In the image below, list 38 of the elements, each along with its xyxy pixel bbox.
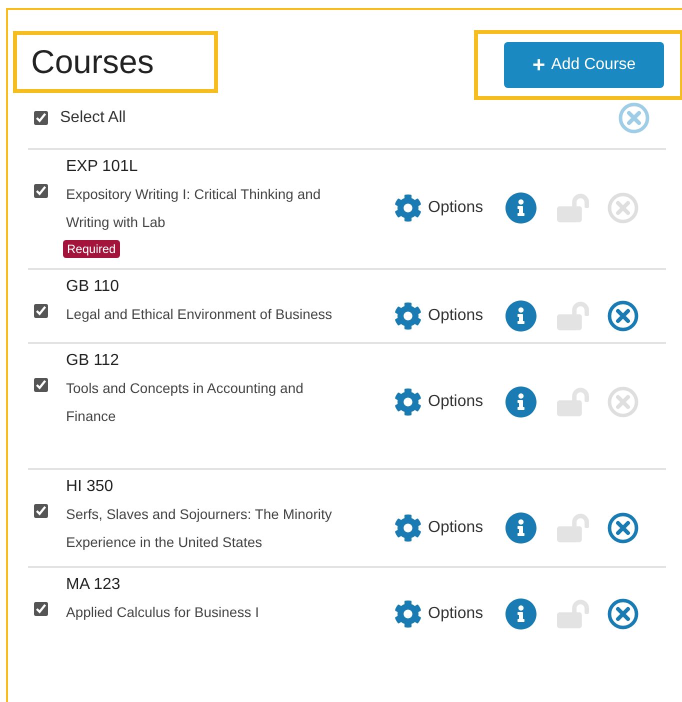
gear-icon	[394, 302, 422, 330]
course-code: MA 123	[66, 576, 122, 595]
options-button[interactable]: Options	[394, 302, 484, 330]
course-checkbox[interactable]	[34, 378, 48, 392]
course-checkbox[interactable]	[34, 304, 48, 318]
course-title: Expository Writing I: Critical Thinking and Writing with Lab	[66, 185, 322, 232]
select-all-label: Select All	[60, 109, 127, 127]
gear-icon	[394, 514, 422, 542]
course-title: Applied Calculus for Business I	[66, 603, 260, 622]
options-button[interactable]: Options	[394, 514, 484, 542]
gear-icon	[394, 388, 422, 416]
gear-icon	[394, 600, 422, 628]
course-title: Serfs, Slaves and Sojourners: The Minority Experience in the United States	[66, 505, 333, 552]
required-badge: Required	[63, 240, 120, 258]
page-title: Courses	[31, 43, 154, 81]
course-code: GB 112	[66, 352, 120, 371]
remove-button[interactable]	[607, 512, 640, 544]
remove-button[interactable]	[607, 300, 640, 332]
select-all-checkbox[interactable]	[34, 111, 48, 125]
info-button[interactable]	[505, 512, 538, 544]
remove-button[interactable]	[607, 598, 640, 630]
options-button[interactable]: Options	[394, 194, 484, 222]
info-button[interactable]	[505, 192, 538, 224]
add-course-button[interactable]: + Add Course	[504, 42, 664, 88]
course-checkbox[interactable]	[34, 504, 48, 518]
course-checkbox[interactable]	[34, 602, 48, 616]
course-checkbox[interactable]	[34, 184, 48, 198]
course-code: HI 350	[66, 478, 114, 497]
info-button[interactable]	[505, 598, 538, 630]
gear-icon	[394, 194, 422, 222]
course-title: Tools and Concepts in Accounting and Finance	[66, 379, 304, 426]
course-code: GB 110	[66, 278, 120, 297]
options-button[interactable]: Options	[394, 600, 484, 628]
options-button[interactable]: Options	[394, 388, 484, 416]
info-button[interactable]	[505, 300, 538, 332]
info-button[interactable]	[505, 386, 538, 418]
course-code: EXP 101L	[66, 158, 139, 177]
course-title: Legal and Ethical Environment of Business	[66, 305, 334, 324]
